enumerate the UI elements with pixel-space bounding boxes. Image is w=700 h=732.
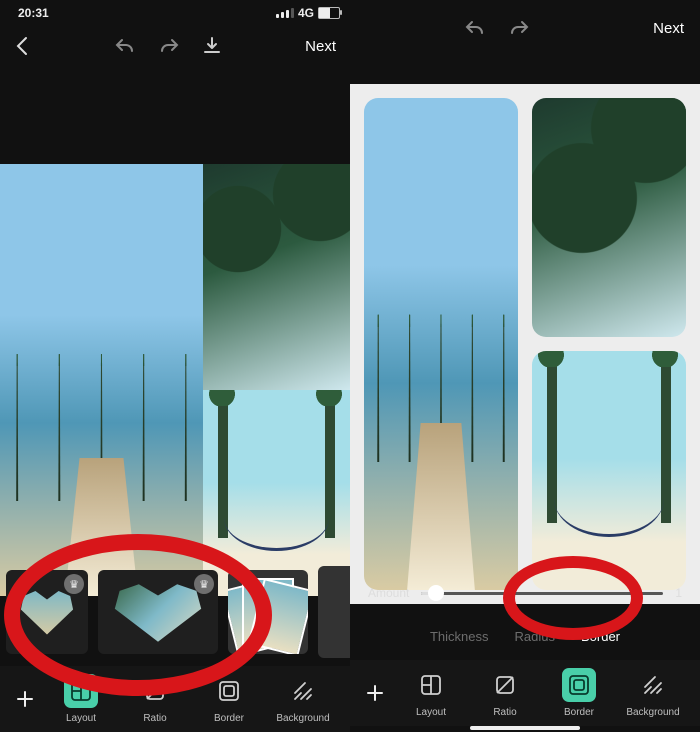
- slider-label: Amount: [368, 586, 409, 600]
- border-icon: [568, 674, 590, 696]
- amount-slider-row: Amount 1: [350, 578, 700, 608]
- slider-knob[interactable]: [428, 585, 444, 601]
- tool-label: Layout: [416, 707, 446, 718]
- screenshot-right: Next Amount 1 Thickness Radius Border: [350, 0, 700, 732]
- template-stack-3[interactable]: [228, 570, 308, 654]
- slider-value: 1: [675, 586, 682, 600]
- add-button[interactable]: [10, 689, 40, 709]
- tool-label: Ratio: [143, 713, 166, 724]
- border-icon: [218, 680, 240, 702]
- tool-label: Background: [276, 713, 329, 724]
- tab-border[interactable]: Border: [581, 629, 620, 644]
- tool-border[interactable]: Border: [542, 668, 616, 718]
- redo-button[interactable]: [158, 37, 180, 55]
- tool-background[interactable]: Background: [266, 674, 340, 724]
- comparison-root: 20:31 4G Next: [0, 0, 700, 732]
- screenshot-left: 20:31 4G Next: [0, 0, 350, 732]
- tool-label: Background: [626, 707, 679, 718]
- next-button[interactable]: Next: [305, 38, 336, 55]
- collage-cell-1[interactable]: [364, 98, 518, 590]
- tab-thickness[interactable]: Thickness: [430, 629, 489, 644]
- redo-button[interactable]: [508, 19, 530, 37]
- tool-border[interactable]: Border: [192, 674, 266, 724]
- collage-cell-1[interactable]: [0, 164, 203, 596]
- plus-icon: [365, 683, 385, 703]
- top-toolbar: Next: [350, 0, 700, 56]
- crown-icon: ♛: [64, 574, 84, 594]
- tool-background[interactable]: Background: [616, 668, 690, 718]
- tab-radius[interactable]: Radius: [515, 629, 555, 644]
- collage-cell-2[interactable]: [532, 98, 686, 337]
- background-icon: [642, 674, 664, 696]
- bottom-toolbar: Layout Ratio Border Background: [0, 666, 350, 732]
- border-tabs: Thickness Radius Border: [350, 616, 700, 656]
- download-button[interactable]: [202, 36, 222, 56]
- redo-icon: [508, 19, 530, 37]
- tool-ratio[interactable]: Ratio: [468, 668, 542, 718]
- tool-label: Border: [214, 713, 244, 724]
- tool-ratio[interactable]: Ratio: [118, 674, 192, 724]
- tool-label: Layout: [66, 713, 96, 724]
- top-toolbar: Next: [0, 24, 350, 68]
- add-button[interactable]: [360, 683, 390, 703]
- status-right: 4G: [276, 6, 340, 20]
- tool-layout[interactable]: Layout: [394, 668, 468, 718]
- battery-icon: [318, 7, 340, 19]
- collage-canvas[interactable]: [0, 164, 350, 596]
- tool-label: Border: [564, 707, 594, 718]
- collage-cell-3[interactable]: [532, 351, 686, 590]
- cellular-signal-icon: [276, 8, 294, 18]
- ratio-icon: [494, 674, 516, 696]
- crown-icon: ♛: [194, 574, 214, 594]
- download-icon: [202, 36, 222, 56]
- back-button[interactable]: [14, 36, 30, 56]
- status-bar: 20:31 4G: [0, 0, 350, 24]
- bottom-toolbar: Layout Ratio Border Background: [350, 660, 700, 726]
- redo-icon: [158, 37, 180, 55]
- collage-cell-2[interactable]: [203, 164, 350, 390]
- amount-slider[interactable]: [421, 592, 663, 595]
- network-label: 4G: [298, 6, 314, 20]
- layout-icon: [70, 680, 92, 702]
- plus-icon: [15, 689, 35, 709]
- undo-icon: [464, 19, 486, 37]
- template-heart-small[interactable]: ♛: [6, 570, 88, 654]
- tool-label: Ratio: [493, 707, 516, 718]
- next-button[interactable]: Next: [653, 20, 684, 37]
- chevron-left-icon: [14, 36, 30, 56]
- ratio-icon: [144, 680, 166, 702]
- collage-canvas[interactable]: [350, 84, 700, 604]
- undo-button[interactable]: [114, 37, 136, 55]
- status-time: 20:31: [18, 6, 49, 20]
- background-icon: [292, 680, 314, 702]
- home-indicator: [470, 726, 580, 730]
- layout-icon: [420, 674, 442, 696]
- tool-layout[interactable]: Layout: [44, 674, 118, 724]
- template-strip[interactable]: ♛ ♛: [0, 558, 350, 666]
- template-heart-large[interactable]: ♛: [98, 570, 218, 654]
- template-grid-2x2[interactable]: [318, 566, 350, 658]
- undo-icon: [114, 37, 136, 55]
- undo-button[interactable]: [464, 19, 486, 37]
